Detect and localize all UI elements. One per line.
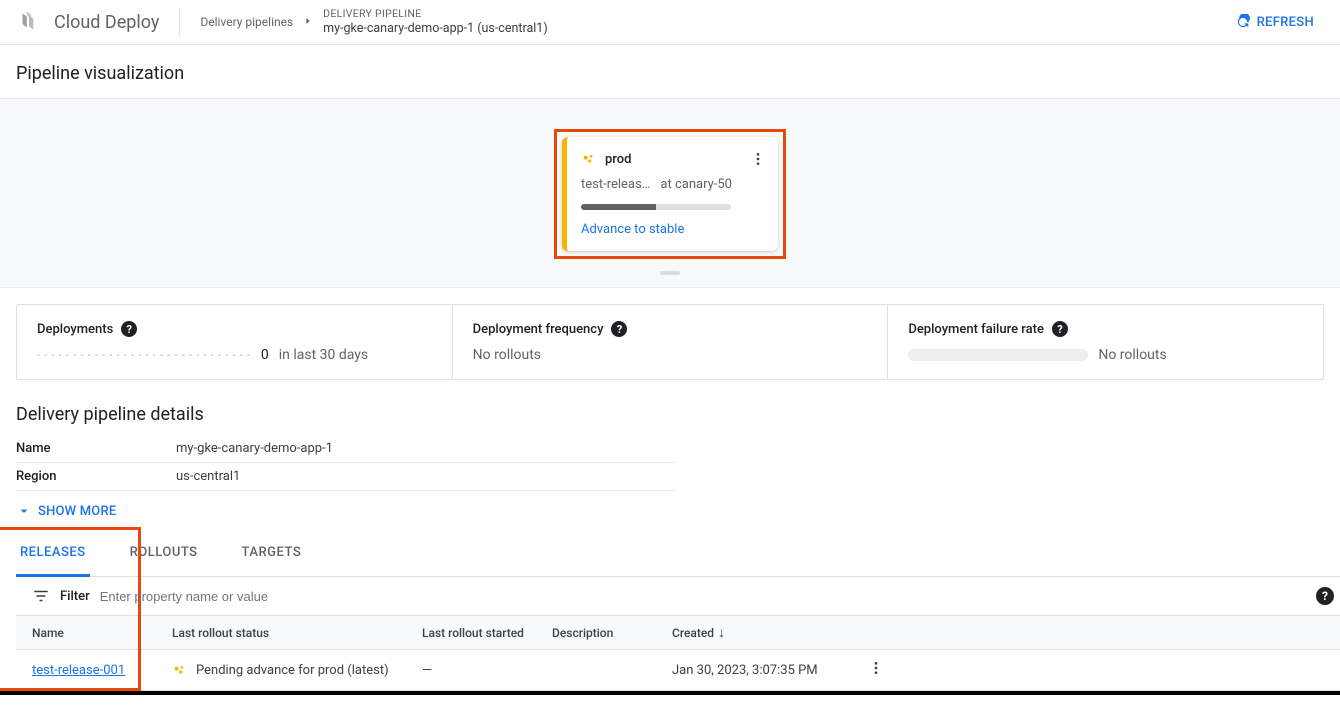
metric-suffix: in last 30 days xyxy=(279,347,368,363)
metric-label: Deployments xyxy=(37,322,113,337)
kebab-icon xyxy=(750,151,766,167)
pipeline-details-title: Delivery pipeline details xyxy=(0,396,1340,435)
breadcrumb-root-link[interactable]: Delivery pipelines xyxy=(200,15,293,29)
col-created[interactable]: Created↓ xyxy=(656,616,836,650)
divider xyxy=(179,8,180,36)
pipeline-visualization-title: Pipeline visualization xyxy=(0,45,1340,98)
rollout-status-text: Pending advance for prod (latest) xyxy=(196,663,389,678)
metric-value: 0 xyxy=(261,347,269,363)
pipeline-details-table: Name my-gke-canary-demo-app-1 Region us-… xyxy=(16,435,676,491)
detail-value: us-central1 xyxy=(176,463,676,491)
show-more-button[interactable]: SHOW MORE xyxy=(0,491,1340,531)
metric-label: Deployment frequency xyxy=(473,322,604,337)
detail-row: Name my-gke-canary-demo-app-1 xyxy=(16,435,676,463)
filter-input[interactable] xyxy=(100,589,1334,604)
metric-value: No rollouts xyxy=(1098,347,1166,363)
detail-row: Region us-central1 xyxy=(16,463,676,491)
releases-table: Name Last rollout status Last rollout st… xyxy=(16,615,1340,691)
rollout-started: — xyxy=(406,650,536,691)
tab-rollouts[interactable]: ROLLOUTS xyxy=(126,531,202,576)
detail-value: my-gke-canary-demo-app-1 xyxy=(176,435,676,463)
chevron-down-icon xyxy=(16,503,32,519)
help-icon[interactable]: ? xyxy=(611,321,627,337)
metrics-row: Deployments ? - - - - - - - - - - - - - … xyxy=(16,304,1324,380)
filter-bar: Filter ? xyxy=(16,577,1340,615)
help-icon[interactable]: ? xyxy=(1316,587,1334,605)
rollout-progress-fill xyxy=(581,204,656,210)
footer-strip xyxy=(0,691,1340,695)
metric-deployments: Deployments ? - - - - - - - - - - - - - … xyxy=(17,305,453,379)
advance-to-stable-link[interactable]: Advance to stable xyxy=(581,222,684,237)
col-status[interactable]: Last rollout status xyxy=(156,616,406,650)
col-actions xyxy=(836,616,1340,650)
release-description xyxy=(536,650,656,691)
metric-frequency: Deployment frequency ? No rollouts xyxy=(453,305,889,379)
target-card-menu-button[interactable] xyxy=(748,149,768,169)
target-card-prod[interactable]: prod test-releas… at canary-50 Advance t… xyxy=(562,137,778,251)
breadcrumb-label: DELIVERY PIPELINE xyxy=(323,7,548,21)
show-more-label: SHOW MORE xyxy=(38,504,116,519)
release-created: Jan 30, 2023, 3:07:35 PM xyxy=(656,650,836,691)
target-name: prod xyxy=(605,152,631,167)
breadcrumb-value: my-gke-canary-demo-app-1 (us-central1) xyxy=(323,21,548,37)
release-link[interactable]: test-release-001 xyxy=(32,663,125,678)
target-phase: at canary-50 xyxy=(660,177,732,192)
col-description[interactable]: Description xyxy=(536,616,656,650)
refresh-button[interactable]: REFRESH xyxy=(1225,8,1324,36)
product-title: Cloud Deploy xyxy=(54,12,159,33)
tabs: RELEASES ROLLOUTS TARGETS xyxy=(16,531,1340,577)
filter-label: Filter xyxy=(60,589,90,604)
panel-resize-handle[interactable] xyxy=(660,271,680,275)
filter-icon xyxy=(32,587,50,605)
col-name[interactable]: Name xyxy=(16,616,156,650)
target-release-name: test-releas… xyxy=(581,177,650,192)
metric-label: Deployment failure rate xyxy=(908,322,1044,337)
kebab-icon xyxy=(868,660,884,676)
cloud-deploy-logo-icon xyxy=(16,9,42,35)
chevron-right-icon xyxy=(303,15,313,29)
metric-failure-rate: Deployment failure rate ? No rollouts xyxy=(888,305,1323,379)
sort-descending-icon: ↓ xyxy=(718,625,725,641)
table-row[interactable]: test-release-001 Pending advance for pro… xyxy=(16,650,1340,691)
help-icon[interactable]: ? xyxy=(121,321,137,337)
canary-status-icon xyxy=(172,662,188,678)
canary-status-icon xyxy=(581,151,597,167)
col-started[interactable]: Last rollout started xyxy=(406,616,536,650)
detail-key: Region xyxy=(16,463,176,491)
breadcrumb: Delivery pipelines DELIVERY PIPELINE my-… xyxy=(200,7,547,37)
rollout-progress-bar xyxy=(581,204,731,210)
tab-targets[interactable]: TARGETS xyxy=(238,531,306,576)
breadcrumb-current: DELIVERY PIPELINE my-gke-canary-demo-app… xyxy=(323,7,548,37)
refresh-label: REFRESH xyxy=(1257,15,1314,30)
tab-releases[interactable]: RELEASES xyxy=(16,531,90,577)
pipeline-visualization-area: prod test-releas… at canary-50 Advance t… xyxy=(0,98,1340,288)
row-menu-button[interactable] xyxy=(866,660,886,676)
loading-bar xyxy=(908,349,1088,361)
help-icon[interactable]: ? xyxy=(1052,321,1068,337)
sparkline-placeholder: - - - - - - - - - - - - - - - - - - - - … xyxy=(37,350,251,361)
top-bar: Cloud Deploy Delivery pipelines DELIVERY… xyxy=(0,0,1340,45)
highlight-box: prod test-releas… at canary-50 Advance t… xyxy=(554,129,786,259)
detail-key: Name xyxy=(16,435,176,463)
metric-value: No rollouts xyxy=(473,347,541,363)
refresh-icon xyxy=(1235,14,1251,30)
